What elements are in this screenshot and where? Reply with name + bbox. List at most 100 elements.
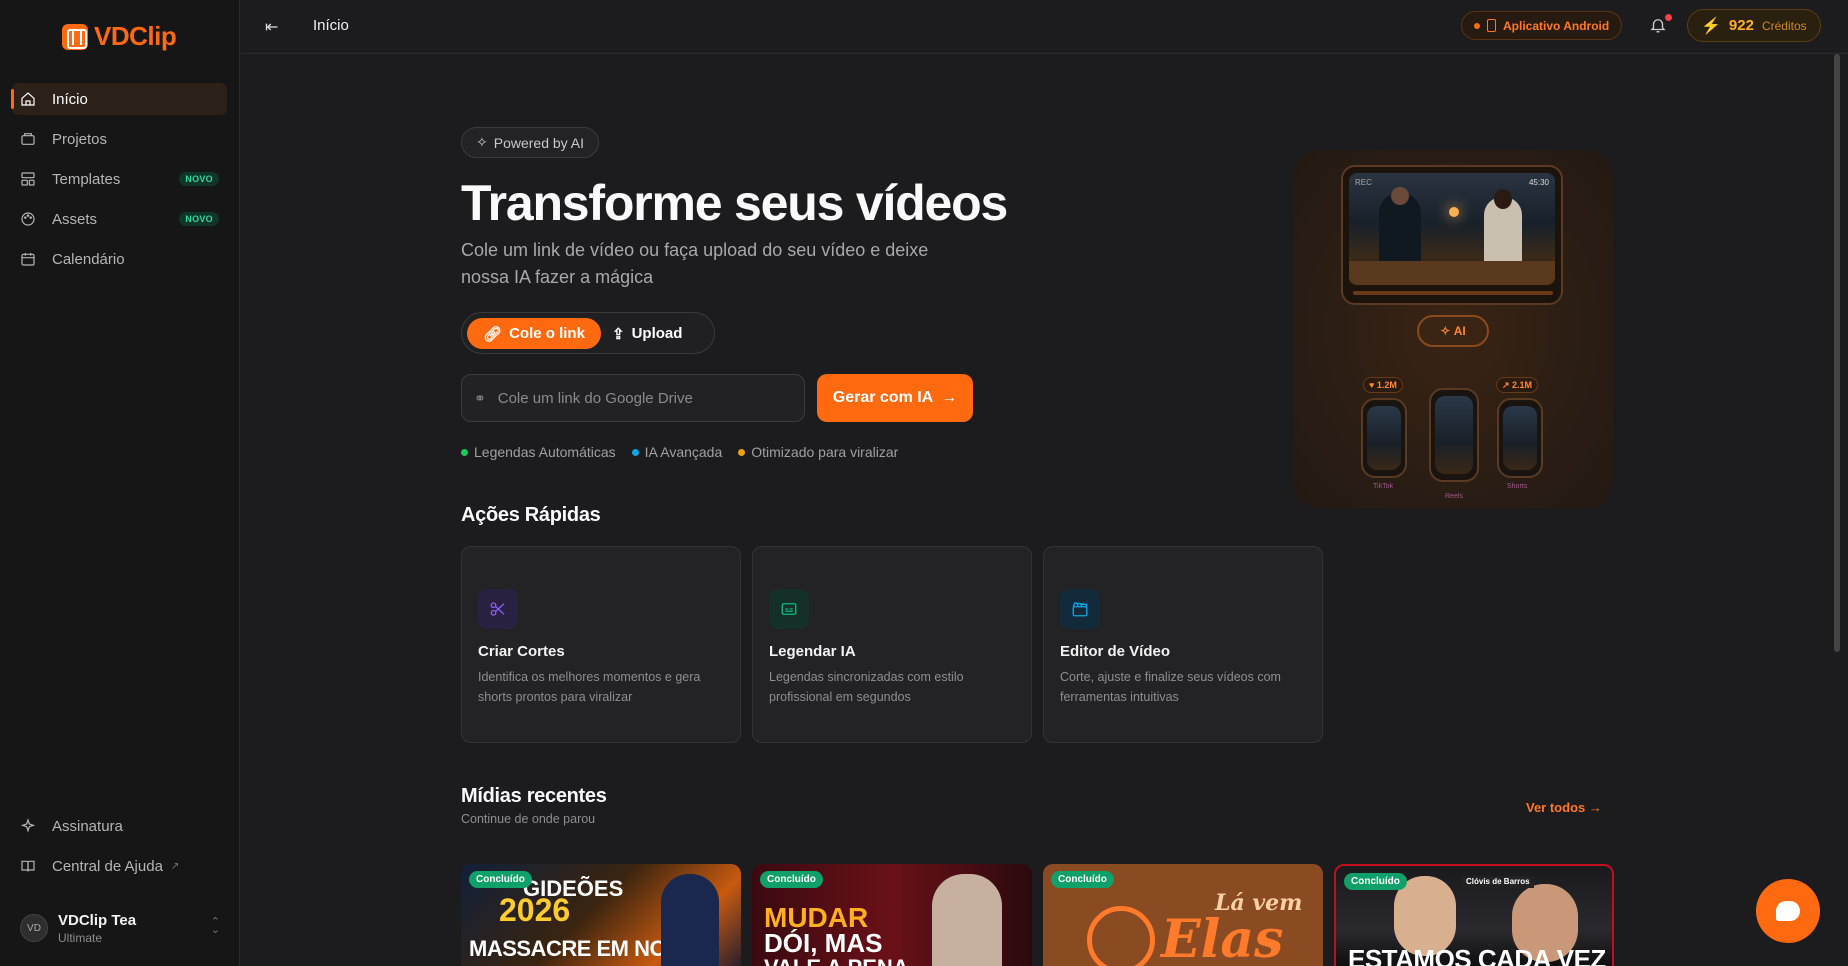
link-icon: ⚭ [474,389,486,406]
app-logo[interactable]: VDClip [62,21,177,52]
sidebar-item-label: Assets [52,210,98,228]
video-link-input[interactable] [497,389,788,407]
quick-actions-title: Ações Rápidas [461,504,601,526]
sidebar-item-assets[interactable]: Assets NOVO [12,203,227,235]
palette-icon [20,211,36,227]
main-content: ✧ Powered by AI Transforme seus vídeos C… [241,55,1831,966]
sidebar-item-calendario[interactable]: Calendário [12,243,227,275]
arrow-right-icon: → [1588,800,1602,815]
microphone-logo-icon [1087,906,1155,966]
feature-item: Legendas Automáticas [461,444,616,460]
quick-action-criar-cortes[interactable]: Criar Cortes Identifica os melhores mome… [461,546,741,743]
dot-icon [738,448,746,456]
dot-icon [461,448,468,456]
monitor-illustration: REC 45:30 [1341,165,1563,305]
platform-label: Reels [1445,493,1463,500]
sidebar-item-assinatura[interactable]: Assinatura [12,810,227,842]
sidebar-item-label: Projetos [52,130,108,148]
quick-action-title: Editor de Vídeo [1060,643,1171,660]
top-bar: ⇤ Início Aplicativo Android ⚡ 922 Crédit… [241,0,1848,54]
user-menu[interactable]: VD VDClip Tea Ultimate ⌃ ⌄ [20,910,220,946]
status-dot-icon [1474,22,1480,29]
thumbnail-text: ESTAMOS CADA VEZ [1348,944,1606,966]
paste-link-tab[interactable]: 🔗︎ Cole o link [467,318,601,349]
podcast-video-preview: REC 45:30 [1349,173,1555,285]
upload-tab[interactable]: ⇪ Upload [612,318,682,349]
credits-badge[interactable]: ⚡ 922 Créditos [1687,9,1821,42]
calendar-icon [20,251,36,267]
sidebar-item-label: Central de Ajuda [52,857,163,875]
notification-dot [1665,14,1672,21]
media-card[interactable]: Concluído GIDEÕES 2026 MASSACRE EM NOBE [461,864,741,966]
book-icon [20,858,36,874]
credits-label: Créditos [1761,18,1807,33]
new-badge: NOVO [179,172,219,186]
quick-action-editor-de-video[interactable]: Editor de Vídeo Corte, ajuste e finalize… [1043,546,1323,743]
chevrons-up-down-icon: ⌃ ⌄ [210,916,220,936]
sidebar-item-label: Templates [52,170,121,188]
phone-preview-shorts [1497,398,1543,478]
thumbnail-text: 2026 [499,892,571,928]
status-badge: Concluído [469,871,532,888]
link-icon: 🔗︎ [483,325,503,343]
powered-by-badge: ✧ Powered by AI [461,127,600,158]
platform-label: Shorts [1507,483,1528,490]
sidebar-nav: Início Projetos Templates NOVO Assets NO… [11,83,227,283]
sidebar-bottom-nav: Assinatura Central de Ajuda ↗ [12,810,227,890]
android-app-button[interactable]: Aplicativo Android [1461,11,1623,40]
credits-value: 922 [1728,17,1754,34]
external-link-icon: ↗ [170,860,180,872]
phone-preview-reels [1429,388,1479,482]
quick-action-title: Legendar IA [769,643,856,660]
sidebar-collapse-icon[interactable]: ⇤ [265,17,285,37]
home-icon [20,91,36,107]
thumbnail-text: Elas [1161,909,1284,966]
sidebar-item-central-de-ajuda[interactable]: Central de Ajuda ↗ [12,850,227,882]
scissors-icon [478,589,518,629]
user-plan: Ultimate [58,930,103,945]
powered-label: Powered by AI [493,134,585,151]
feature-list: Legendas Automáticas IA Avançada Otimiza… [461,444,898,460]
feature-item: IA Avançada [631,444,723,460]
captions-icon [769,589,809,629]
media-card[interactable]: Concluído MUDAR DÓI, MAS VALE A PENA [752,864,1032,966]
sidebar: VDClip Início Projetos Templates NOVO As… [0,0,240,966]
phone-preview-tiktok [1361,398,1407,478]
ai-chip: ✧ AI [1417,315,1489,347]
sidebar-item-label: Início [52,90,88,108]
rec-indicator: REC [1355,178,1372,187]
hero-title: Transforme seus vídeos [461,175,1008,231]
sidebar-item-inicio[interactable]: Início [11,83,227,115]
chat-support-button[interactable] [1756,879,1820,943]
sparkles-icon [20,818,36,834]
film-logo-icon [62,23,88,50]
thumbnail-person [661,874,719,966]
view-all-label: Ver todos [1526,800,1586,815]
quick-action-legendar-ia[interactable]: Legendar IA Legendas sincronizadas com e… [752,546,1032,743]
media-card[interactable]: Concluído Clóvis de Barros ESTAMOS CADA … [1334,864,1614,966]
lightning-icon: ⚡ [1701,17,1721,35]
sidebar-item-projetos[interactable]: Projetos [12,123,227,155]
feature-label: IA Avançada [644,444,723,460]
chat-bubble-icon [1776,901,1800,921]
video-link-field[interactable]: ⚭ [461,374,805,422]
sidebar-item-templates[interactable]: Templates NOVO [12,163,227,195]
video-time: 45:30 [1528,178,1549,187]
media-card[interactable]: Concluído Lá vem Elas [1043,864,1323,966]
arrow-right-icon: → [941,389,958,406]
scrollbar[interactable] [1834,54,1840,652]
platform-label: TikTok [1373,483,1393,490]
quick-action-title: Criar Cortes [478,643,565,660]
timeline-bar [1353,291,1553,295]
view-all-link[interactable]: Ver todos → [1526,800,1602,815]
status-badge: Concluído [1051,871,1114,888]
hero-illustration: REC 45:30 ✧ AI ♥ 1.2M ↗ 2.1M TikTok Reel… [1293,150,1613,508]
hero-subtitle: Cole um link de vídeo ou faça upload do … [461,240,929,287]
generate-label: Gerar com IA [832,389,934,406]
likes-stat: ♥ 1.2M [1363,377,1403,393]
sidebar-item-label: Assinatura [52,817,123,835]
generate-with-ai-button[interactable]: Gerar com IA → [817,374,973,422]
quick-action-desc: Identifica os melhores momentos e gera s… [478,670,701,704]
android-app-label: Aplicativo Android [1503,18,1610,33]
growth-stat: ↗ 2.1M [1496,377,1539,393]
